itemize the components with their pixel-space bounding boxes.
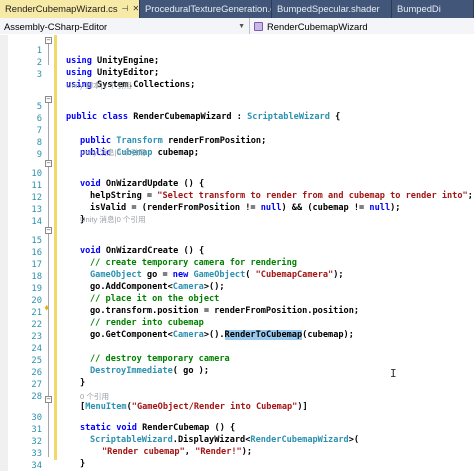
code-line: 19 // place it on the object (0, 273, 474, 304)
code-line: 9 (0, 139, 474, 160)
member-label: RenderCubemapWizard (267, 20, 368, 32)
pin-icon[interactable]: ⊣ (122, 0, 129, 18)
code-line: 32 "Render cubemap", "Render!"); (0, 426, 474, 457)
code-line: 11 helpString = "Select transform to ren… (0, 170, 474, 201)
codelens-reference[interactable]: Unity 消息|0 个引用 (80, 148, 146, 158)
project-dropdown[interactable]: Assembly-CSharp-Editor ▼ (0, 18, 250, 34)
code-line: 25 DestroyImmediate( go ); (0, 345, 474, 376)
code-line: 24 // destroy temporary camera (0, 333, 474, 364)
code-line: 8 public Cubemap cubemap; (0, 127, 474, 158)
code-line: 6 (0, 103, 474, 124)
code-line: 15 void OnWizardCreate () { (0, 225, 474, 256)
code-line: 14 (0, 206, 474, 227)
document-tab-bar: RenderCubemapWizard.cs ⊣ ✕ ProceduralTex… (0, 0, 474, 18)
line-number: 34 (31, 461, 42, 471)
code-line: 3 using System.Collections; (0, 59, 474, 90)
codelens-reference[interactable]: 0 个引用 (80, 392, 109, 402)
text-cursor-icon: I (390, 367, 397, 380)
code-editor[interactable]: − − − − − ♦ 1 using UnityEngine; 2 using… (0, 35, 474, 471)
code-line: 31 ScriptableWizard.DisplayWizard<Render… (0, 414, 474, 445)
code-line: 17 GameObject go = new GameObject( "Cube… (0, 249, 474, 280)
tab-bumpedspecular[interactable]: BumpedSpecular.shader (272, 0, 392, 18)
code-line: 7 public Transform renderFromPosition; (0, 115, 474, 146)
code-line: 22 go.GetComponent<Camera>().RenderToCub… (0, 309, 474, 340)
code-line: 30 static void RenderCubemap () { (0, 402, 474, 433)
tab-label: ProceduralTextureGeneration.cs (145, 3, 272, 14)
tab-rendercubemapwizard[interactable]: RenderCubemapWizard.cs ⊣ ✕ (0, 0, 140, 18)
tab-label: RenderCubemapWizard.cs (5, 3, 118, 14)
tab-bumpeddi[interactable]: BumpedDi (392, 0, 474, 18)
tab-proceduraltexturegeneration[interactable]: ProceduralTextureGeneration.cs (140, 0, 272, 18)
code-line: 26 } (0, 357, 474, 388)
code-line: 34 } (0, 450, 474, 471)
codelens-reference[interactable]: Unity 消息|0 个引用 (80, 215, 146, 225)
code-line: 20 go.transform.position = renderFromPos… (0, 285, 474, 316)
member-dropdown[interactable]: RenderCubemapWizard (250, 18, 474, 34)
code-line: 28 [MenuItem("GameObject/Render into Cub… (0, 381, 474, 412)
chevron-down-icon: ▼ (238, 22, 245, 30)
line-number: 3 (36, 70, 42, 80)
code-line: 21 // render into cubemap (0, 297, 474, 328)
code-line: 12 isValid = (renderFromPosition != null… (0, 182, 474, 213)
codelens-reference[interactable]: Unity 脚本|1 个引用 (66, 81, 132, 91)
code-line: 33 } (0, 438, 474, 469)
project-label: Assembly-CSharp-Editor (4, 20, 108, 32)
code-line: 1 using UnityEngine; (0, 35, 474, 66)
code-line: 27 (0, 369, 474, 390)
code-line: 23 (0, 321, 474, 342)
code-line: 2 using UnityEditor; (0, 47, 474, 78)
code-line: 13 } (0, 194, 474, 225)
code-line: 10 void OnWizardUpdate () { (0, 158, 474, 189)
class-icon (254, 21, 263, 31)
close-icon[interactable]: ✕ (133, 0, 139, 18)
tab-label: BumpedDi (397, 3, 441, 14)
tab-label: BumpedSpecular.shader (277, 3, 380, 14)
code-line: 5 public class RenderCubemapWizard : Scr… (0, 91, 474, 122)
code-line: 16 // create temporary camera for render… (0, 237, 474, 268)
code-line: 18 go.AddComponent<Camera>(); (0, 261, 474, 292)
navigation-bar: Assembly-CSharp-Editor ▼ RenderCubemapWi… (0, 18, 474, 34)
